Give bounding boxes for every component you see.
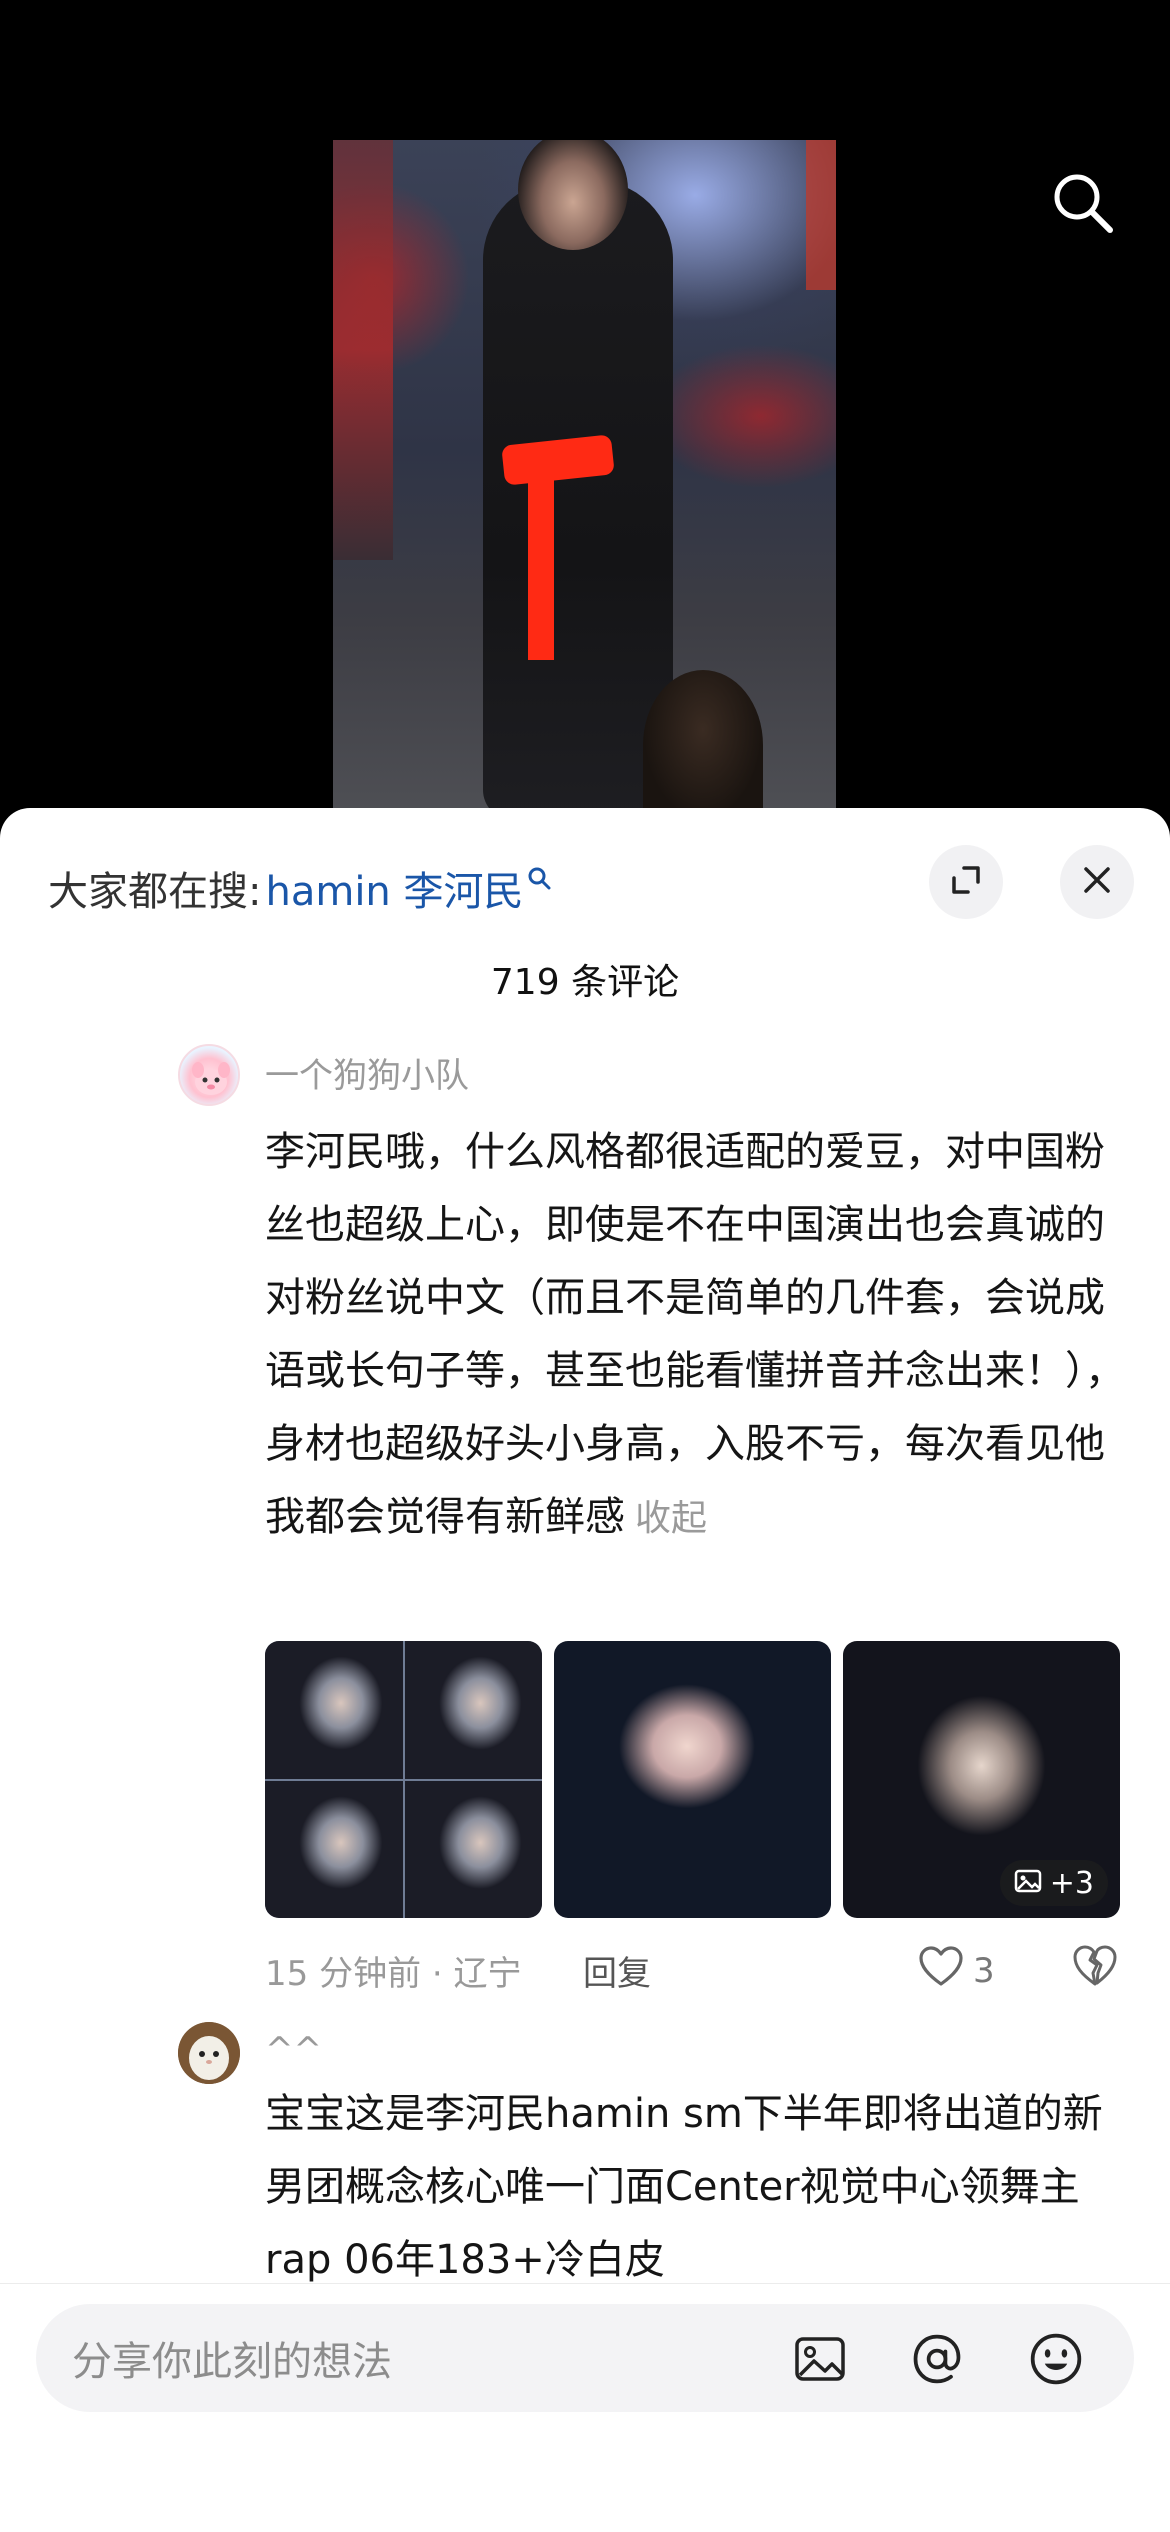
photo-tile <box>265 1780 403 1918</box>
expand-icon <box>948 862 984 902</box>
at-icon[interactable] <box>909 2331 965 2387</box>
comment-input[interactable]: 分享你此刻的想法 <box>36 2304 1134 2412</box>
expand-button[interactable] <box>929 845 1003 919</box>
heart-icon <box>917 1944 965 1997</box>
image-icon[interactable] <box>792 2331 848 2387</box>
comment-time-location: 15 分钟前 · 辽宁 <box>265 1954 522 1994</box>
emoji-icon[interactable] <box>1028 2331 1084 2387</box>
video-frame[interactable] <box>333 140 836 830</box>
comment-username[interactable]: ^^ <box>265 2030 322 2070</box>
stage-light-right <box>806 140 836 290</box>
like-button[interactable]: 3 <box>917 1944 995 1997</box>
trending-prefix: 大家都在搜: <box>48 869 262 915</box>
photo-tile <box>404 1780 542 1918</box>
comment-image-thumbnail[interactable]: +3 <box>843 1641 1120 1918</box>
comment-text: 宝宝这是李河民hamin sm下半年即将出道的新男团概念核心唯一门面Center… <box>265 2091 1103 2283</box>
stage-light-left <box>333 140 393 560</box>
comment-sheet: 大家都在搜: hamin 李河民 719 条评论 一个狗狗小队 李河民哦，什么风… <box>0 808 1170 2532</box>
broken-heart-icon <box>1070 1945 1120 1997</box>
comment-body: 李河民哦，什么风格都很适配的爱豆，对中国粉丝也超级上心，即使是不在中国演出也会真… <box>265 1116 1125 1555</box>
like-count: 3 <box>973 1950 995 1991</box>
avatar[interactable] <box>178 1044 240 1106</box>
comment-image-gallery: +3 <box>265 1641 1122 1918</box>
comment-image-thumbnail[interactable] <box>265 1641 542 1918</box>
more-images-count: +3 <box>1049 1865 1094 1901</box>
reply-button[interactable]: 回复 <box>583 1946 651 1995</box>
comment-text: 李河民哦，什么风格都很适配的爱豆，对中国粉丝也超级上心，即使是不在中国演出也会真… <box>265 1129 1125 1540</box>
audience-silhouette <box>643 670 763 820</box>
comment-input-bar: 分享你此刻的想法 <box>0 2283 1170 2532</box>
video-player[interactable] <box>0 0 1170 830</box>
close-button[interactable] <box>1060 845 1134 919</box>
avatar[interactable] <box>178 2022 240 2084</box>
comment-image-thumbnail[interactable] <box>554 1641 831 1918</box>
image-icon <box>1014 1866 1042 1901</box>
search-icon[interactable] <box>1048 168 1118 238</box>
more-images-badge[interactable]: +3 <box>999 1860 1108 1906</box>
comment-username[interactable]: 一个狗狗小队 <box>265 1048 469 1097</box>
trending-term-link[interactable]: hamin 李河民 <box>265 859 523 917</box>
trending-search[interactable]: 大家都在搜: hamin 李河民 <box>48 858 552 918</box>
photo-tile <box>265 1641 403 1779</box>
photo-tile <box>404 1641 542 1779</box>
input-placeholder: 分享你此刻的想法 <box>72 2339 392 2385</box>
comment-count-title: 719 条评论 <box>490 962 680 1003</box>
trend-search-icon <box>526 855 552 901</box>
collapse-link[interactable]: 收起 <box>635 1498 707 1539</box>
dislike-button[interactable] <box>1070 1942 1120 1997</box>
close-icon <box>1079 862 1115 902</box>
comment-meta: 15 分钟前 · 辽宁 回复 3 <box>265 1944 1125 1997</box>
performer-red-sash-tail <box>528 460 554 660</box>
